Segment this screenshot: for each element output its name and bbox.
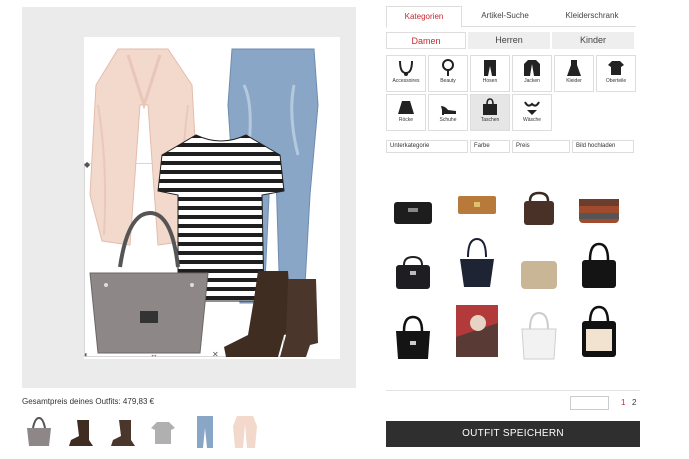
- pants-icon: [484, 60, 496, 76]
- dress-icon: [567, 60, 581, 76]
- category-schuhe[interactable]: Schuhe: [428, 94, 468, 131]
- category-label: Taschen: [480, 117, 500, 123]
- category-label: Oberteile: [605, 78, 627, 84]
- product-bag[interactable]: [514, 310, 564, 360]
- category-taschen[interactable]: Taschen: [470, 94, 510, 131]
- jacket-icon: [524, 60, 540, 76]
- bag-icon: [483, 98, 497, 115]
- grey-handbag-item[interactable]: [84, 207, 214, 357]
- main-tabs: Kategorien Artikel-Suche Kleiderschrank: [386, 6, 636, 28]
- product-bag[interactable]: [574, 240, 624, 290]
- category-label: Schuhe: [439, 117, 457, 123]
- product-bag[interactable]: [574, 305, 624, 357]
- category-kleider[interactable]: Kleider: [554, 55, 594, 92]
- category-waesche[interactable]: Wäsche: [512, 94, 552, 131]
- category-label: Kleider: [566, 78, 582, 84]
- tab-damen[interactable]: Damen: [386, 32, 466, 49]
- thumb-boot-2[interactable]: [106, 412, 140, 452]
- thumb-handbag[interactable]: [22, 412, 56, 452]
- category-accessoires[interactable]: Accessoires: [386, 55, 426, 92]
- category-label: Wäsche: [522, 117, 542, 123]
- divider: [386, 390, 640, 391]
- tab-artikel-suche[interactable]: Artikel-Suche: [462, 6, 548, 26]
- thumb-jeans[interactable]: [188, 412, 222, 452]
- category-oberteile[interactable]: Oberteile: [596, 55, 636, 92]
- category-roecke[interactable]: Röcke: [386, 94, 426, 131]
- category-label: Röcke: [398, 117, 414, 123]
- outfit-canvas-area[interactable]: ◆ ◆ ◐ ↔ ✕: [22, 7, 356, 388]
- filter-unterkategorie[interactable]: Unterkategorie: [386, 140, 468, 153]
- skirt-icon: [398, 101, 414, 114]
- product-photo[interactable]: [452, 305, 502, 357]
- filter-farbe[interactable]: Farbe: [470, 140, 510, 153]
- product-bag[interactable]: [514, 184, 564, 234]
- category-jacken[interactable]: Jacken: [512, 55, 552, 92]
- outfit-board[interactable]: ◆ ◆ ◐ ↔ ✕: [84, 37, 340, 359]
- mirror-icon: [442, 59, 454, 76]
- brown-boots-item[interactable]: [218, 269, 328, 361]
- product-bag[interactable]: [452, 237, 502, 288]
- tab-herren[interactable]: Herren: [468, 32, 550, 49]
- upload-image-button[interactable]: Bild hochladen: [572, 140, 634, 153]
- thumb-cardigan[interactable]: [228, 412, 262, 452]
- top-icon: [608, 61, 624, 75]
- category-beauty[interactable]: Beauty: [428, 55, 468, 92]
- necklace-icon: [399, 60, 413, 76]
- tab-kleiderschrank[interactable]: Kleiderschrank: [548, 6, 636, 26]
- heel-shoe-icon: [441, 106, 456, 115]
- page-1-link[interactable]: 1: [621, 398, 625, 407]
- product-bag[interactable]: [452, 180, 502, 230]
- save-outfit-button[interactable]: OUTFIT SPEICHERN: [386, 421, 640, 447]
- page-number-input[interactable]: [570, 396, 609, 410]
- tab-kinder[interactable]: Kinder: [552, 32, 634, 49]
- category-label: Accessoires: [392, 78, 420, 84]
- page-2-link[interactable]: 2: [632, 398, 636, 407]
- product-bag[interactable]: [388, 186, 438, 236]
- category-label: Jacken: [524, 78, 540, 84]
- thumb-boot-1[interactable]: [64, 412, 98, 452]
- product-bag[interactable]: [514, 248, 564, 298]
- filter-preis[interactable]: Preis: [512, 140, 570, 153]
- total-price: Gesamtpreis deines Outfits: 479,83 €: [22, 397, 155, 406]
- product-bag[interactable]: [388, 248, 438, 298]
- category-label: Hosen: [482, 78, 498, 84]
- product-bag[interactable]: [388, 312, 438, 362]
- lingerie-icon: [524, 101, 540, 115]
- tab-kategorien[interactable]: Kategorien: [386, 6, 462, 28]
- product-bag[interactable]: [574, 184, 624, 234]
- category-hosen[interactable]: Hosen: [470, 55, 510, 92]
- category-label: Beauty: [440, 78, 456, 84]
- thumb-shirt[interactable]: [146, 412, 180, 452]
